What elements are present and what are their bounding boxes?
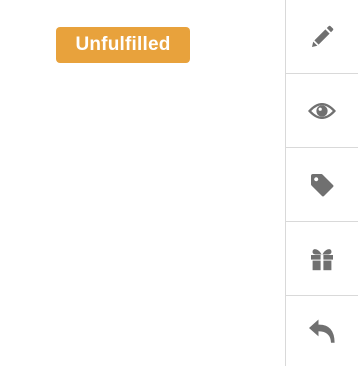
status-badge: Unfulfilled bbox=[56, 27, 190, 63]
tag-button[interactable] bbox=[286, 148, 358, 221]
main-panel: Unfulfilled bbox=[0, 0, 285, 366]
tag-icon bbox=[311, 173, 334, 196]
app-frame: Unfulfilled bbox=[0, 0, 358, 366]
view-button[interactable] bbox=[286, 74, 358, 147]
undo-arrow-icon bbox=[309, 319, 335, 343]
edit-button[interactable] bbox=[286, 0, 358, 73]
action-toolbar bbox=[285, 0, 358, 366]
gift-button[interactable] bbox=[286, 222, 358, 295]
gift-icon bbox=[311, 248, 333, 270]
return-button[interactable] bbox=[286, 296, 358, 366]
pencil-icon bbox=[312, 25, 334, 47]
eye-icon bbox=[308, 102, 336, 119]
